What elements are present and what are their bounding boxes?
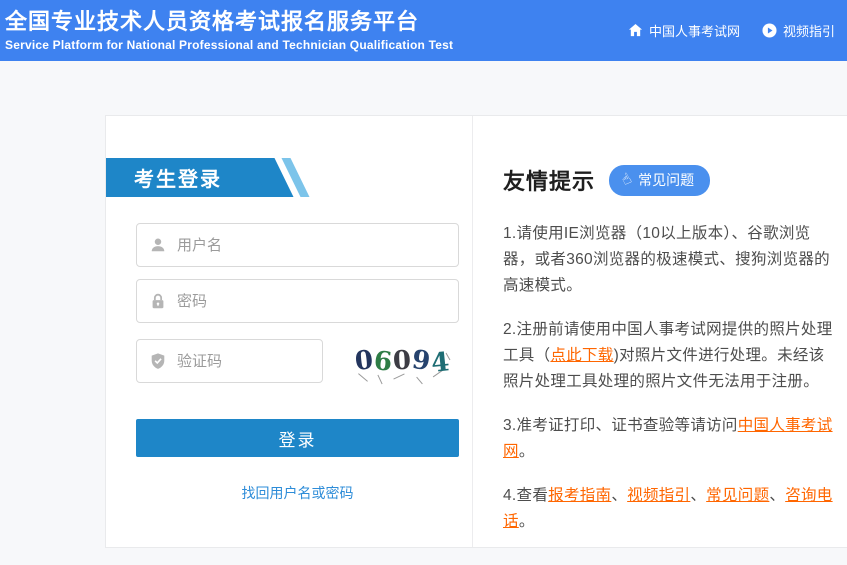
header-link-label: 中国人事考试网 [649, 21, 740, 40]
tip-link[interactable]: 报考指南 [548, 487, 611, 504]
header-nav: 中国人事考试网 视频指引 [628, 21, 835, 40]
username-field[interactable] [136, 223, 459, 267]
tip-link[interactable]: 点此下载 [550, 347, 613, 364]
header-titles: 全国专业技术人员资格考试报名服务平台 Service Platform for … [5, 9, 453, 52]
tip-paragraph: 2.注册前请使用中国人事考试网提供的照片处理工具（点此下载)对照片文件进行处理。… [503, 317, 837, 395]
tip-paragraph: 4.查看报考指南、视频指引、常见问题、咨询电话。 [503, 483, 837, 535]
tips-header: 友情提示 ☝ 常见问题 [503, 164, 837, 196]
password-input[interactable] [177, 293, 446, 310]
captcha-image[interactable]: 06094 [355, 340, 450, 382]
login-banner: 考生登录 [106, 158, 271, 197]
tip-text: 。 [519, 513, 535, 530]
tip-paragraph: 3.准考证打印、证书查验等请访问中国人事考试网。 [503, 413, 837, 465]
tip-link[interactable]: 视频指引 [627, 487, 690, 504]
login-panel: 考生登录 [106, 116, 473, 547]
captcha-digit: 4 [430, 349, 452, 377]
captcha-input[interactable] [177, 353, 310, 370]
play-circle-icon [762, 23, 777, 38]
tip-text: 3.准考证打印、证书查验等请访问 [503, 417, 738, 434]
tip-text: 、 [611, 487, 627, 504]
login-banner-label: 考生登录 [134, 163, 222, 192]
login-button[interactable]: 登录 [136, 419, 459, 457]
pointing-hand-icon: ☝ [619, 171, 634, 189]
captcha-digit: 6 [373, 348, 394, 376]
tip-link[interactable]: 常见问题 [706, 487, 769, 504]
app-header: 全国专业技术人员资格考试报名服务平台 Service Platform for … [0, 0, 847, 61]
header-link-cpta[interactable]: 中国人事考试网 [628, 21, 740, 40]
lock-icon [149, 292, 167, 310]
faq-button[interactable]: ☝ 常见问题 [609, 165, 710, 196]
tip-text: 1.请使用IE浏览器（10以上版本）、谷歌浏览器，或者360浏览器的极速模式、搜… [503, 225, 830, 294]
username-input[interactable] [177, 237, 446, 254]
forgot-credentials-link[interactable]: 找回用户名或密码 [136, 483, 459, 503]
password-field[interactable] [136, 279, 459, 323]
tips-panel: 友情提示 ☝ 常见问题 1.请使用IE浏览器（10以上版本）、谷歌浏览器，或者3… [473, 116, 847, 547]
user-icon [149, 236, 167, 254]
faq-button-label: 常见问题 [638, 170, 694, 190]
captcha-noise [416, 377, 423, 385]
page-title: 全国专业技术人员资格考试报名服务平台 [5, 9, 453, 35]
header-link-label: 视频指引 [783, 21, 835, 40]
header-link-video-guide[interactable]: 视频指引 [762, 21, 835, 40]
captcha-field[interactable] [136, 339, 323, 383]
login-form: 06094 登录 找回用户名或密码 [106, 197, 472, 503]
tip-text: 。 [519, 443, 535, 460]
main-card: 考生登录 [105, 115, 847, 548]
shield-check-icon [149, 352, 167, 370]
captcha-row: 06094 [136, 339, 472, 383]
tip-text: 4.查看 [503, 487, 548, 504]
tip-text: 、 [769, 487, 785, 504]
tips-list: 1.请使用IE浏览器（10以上版本）、谷歌浏览器，或者360浏览器的极速模式、搜… [503, 221, 837, 535]
home-icon [628, 23, 643, 38]
page-subtitle: Service Platform for National Profession… [5, 38, 453, 52]
tip-paragraph: 1.请使用IE浏览器（10以上版本）、谷歌浏览器，或者360浏览器的极速模式、搜… [503, 221, 837, 299]
tips-title: 友情提示 [503, 164, 595, 196]
tip-text: 、 [690, 487, 706, 504]
